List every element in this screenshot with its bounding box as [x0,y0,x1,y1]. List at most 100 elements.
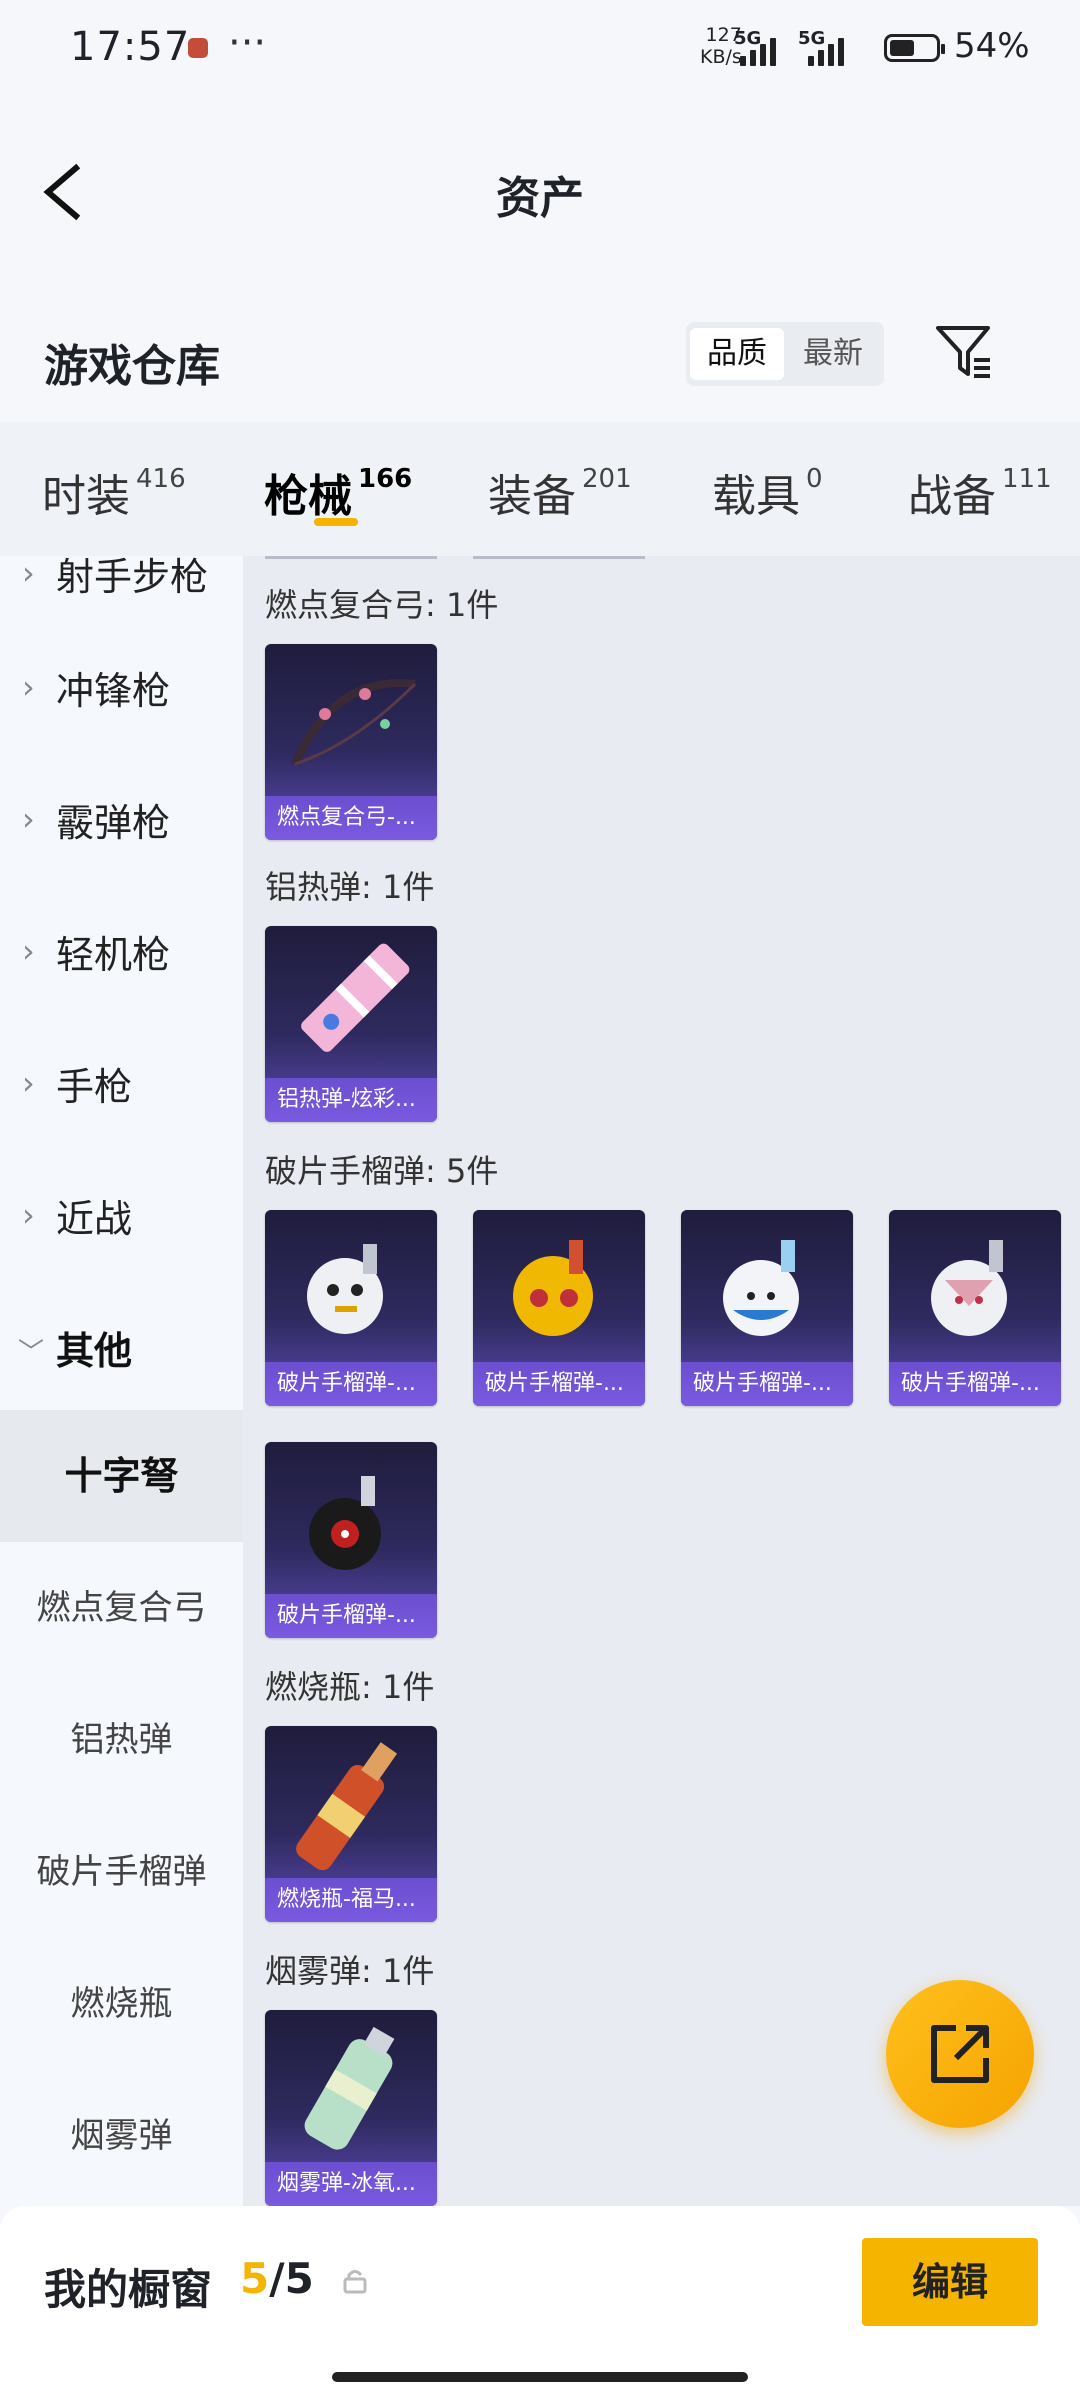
item-name: 破片手榴弹-... [889,1362,1061,1406]
sidebar-category-melee[interactable]: › 近战 [0,1172,243,1252]
showcase-title: 我的橱窗 [44,2265,213,2314]
share-icon [931,2025,989,2083]
sidebar-item-frag-grenade[interactable]: 破片手榴弹 [0,1806,243,1938]
group-title: 燃点复合弓: 1件 [265,586,499,624]
tab-count: 111 [1002,464,1052,494]
sidebar-item-crossbow[interactable]: 十字弩 [0,1410,243,1542]
group-title: 燃烧瓶: 1件 [265,1668,435,1706]
showcase-current: 5 [240,2254,270,2303]
showcase-bar: 我的橱窗 5/5 编辑 [0,2206,1080,2400]
item-grid: 燃点复合弓: 1件 燃点复合弓-... 铝热弹: 1件 铝热弹-炫彩... 破片… [243,556,1080,2206]
showcase-count: 5/5 [240,2254,314,2303]
item-name: 破片手榴弹-... [681,1362,853,1406]
sort-newest-button[interactable]: 最新 [786,328,880,380]
item-card[interactable]: 烟雾弹-冰氧... [265,2010,437,2206]
sort-toggle: 品质 最新 [686,322,884,386]
tab-count: 166 [358,464,413,494]
notification-app-icon [188,38,208,58]
page-title: 资产 [496,173,584,224]
frag-grenade-image [307,1244,383,1334]
sidebar-category-label: 轻机枪 [56,933,171,977]
signal-2: 5G [798,28,858,66]
tab-equipment[interactable]: 装备 201 [488,460,632,524]
item-card[interactable]: 破片手榴弹-... [265,1442,437,1638]
tab-label: 装备 [488,471,576,522]
share-button[interactable] [886,1980,1034,2128]
status-bar: 17:57 ··· 127 KB/s 5G 5G 54% [0,0,1080,100]
sidebar-item-compound-bow[interactable]: 燃点复合弓 [0,1542,243,1674]
tab-count: 0 [806,464,823,494]
sidebar-category-shotgun[interactable]: › 霰弹枪 [0,776,243,856]
molotov-image [296,1742,398,1871]
group-title: 铝热弹: 1件 [265,868,435,906]
app-header: 资产 [0,100,1080,280]
item-name: 铝热弹-炫彩... [265,1078,437,1122]
sidebar: › 射手步枪 › 冲锋枪 › 霰弹枪 › 轻机枪 › 手枪 › 近战 ﹀ 其他 十字弩 燃点复… [0,556,243,2206]
sidebar-item-thermite[interactable]: 铝热弹 [0,1674,243,1806]
item-card[interactable]: 破片手榴弹-... [265,1210,437,1406]
chevron-right-icon: › [22,556,35,592]
tab-label: 时装 [42,471,130,522]
item-card[interactable]: 破片手榴弹-... [473,1210,645,1406]
item-card[interactable]: 燃烧瓶-福马... [265,1726,437,1922]
chevron-right-icon: › [22,932,35,970]
sidebar-item-molotov[interactable]: 燃烧瓶 [0,1938,243,2070]
frag-grenade-image [723,1240,799,1336]
scrolled-cards-edge [265,556,645,559]
smoke-grenade-image [304,2026,395,2150]
item-card[interactable]: 铝热弹-炫彩... [265,926,437,1122]
group-title: 破片手榴弹: 5件 [265,1152,499,1190]
item-name: 烟雾弹-冰氧... [265,2162,437,2206]
home-indicator[interactable] [332,2372,748,2382]
sidebar-category-marksman[interactable]: › 射手步枪 [0,556,243,610]
tab-label: 战备 [908,471,996,522]
item-name: 燃点复合弓-... [265,796,437,840]
sidebar-category-label: 霰弹枪 [56,801,171,845]
active-tab-indicator [314,518,358,526]
filter-icon [936,326,990,378]
sidebar-category-smg[interactable]: › 冲锋枪 [0,644,243,724]
item-card[interactable]: 燃点复合弓-... [265,644,437,840]
sort-quality-button[interactable]: 品质 [690,328,784,380]
sidebar-category-label: 冲锋枪 [56,669,171,713]
sidebar-category-lmg[interactable]: › 轻机枪 [0,908,243,988]
tab-label: 载具 [712,471,800,522]
item-name: 燃烧瓶-福马... [265,1878,437,1922]
sidebar-category-label: 射手步枪 [56,556,209,599]
tab-count: 201 [582,464,632,494]
sidebar-item-smoke-grenade[interactable]: 烟雾弹 [0,2070,243,2202]
warehouse-row: 游戏仓库 品质 最新 [0,300,1080,420]
sidebar-category-label: 手枪 [56,1065,133,1109]
chevron-right-icon: › [22,1196,35,1234]
chevron-down-icon: ﹀ [18,1338,45,1368]
sidebar-category-pistol[interactable]: › 手枪 [0,1040,243,1120]
tab-vehicles[interactable]: 载具 0 [712,460,823,524]
tab-tactical[interactable]: 战备 111 [908,460,1052,524]
sidebar-category-other[interactable]: ﹀ 其他 [0,1304,243,1384]
filter-button[interactable] [932,320,996,384]
item-name: 破片手榴弹-... [473,1362,645,1406]
thermite-image [301,943,410,1052]
more-notifications-icon: ··· [228,20,267,66]
category-tabs: 时装 416 枪械 166 装备 201 载具 0 战备 111 [0,422,1080,556]
tab-fashion[interactable]: 时装 416 [42,460,186,524]
group-title: 烟雾弹: 1件 [265,1952,435,1990]
tab-count: 416 [136,464,186,494]
lock-icon [343,2270,367,2294]
chevron-right-icon: › [22,1064,35,1102]
frag-grenade-image [513,1240,593,1336]
item-card[interactable]: 破片手榴弹-... [681,1210,853,1406]
sidebar-category-label: 近战 [56,1197,133,1241]
sidebar-category-label: 其他 [56,1329,133,1373]
chevron-right-icon: › [22,668,35,706]
tab-firearms[interactable]: 枪械 166 [264,460,412,524]
edit-button[interactable]: 编辑 [862,2238,1038,2326]
tab-label: 枪械 [264,471,352,522]
item-name: 破片手榴弹-... [265,1594,437,1638]
chevron-right-icon: › [22,800,35,838]
item-card[interactable]: 破片手榴弹-... [889,1210,1061,1406]
signal-bars-icon [740,38,776,66]
signal-bars-icon [808,38,844,66]
showcase-total: 5 [284,2254,314,2303]
status-time: 17:57 [70,24,191,70]
